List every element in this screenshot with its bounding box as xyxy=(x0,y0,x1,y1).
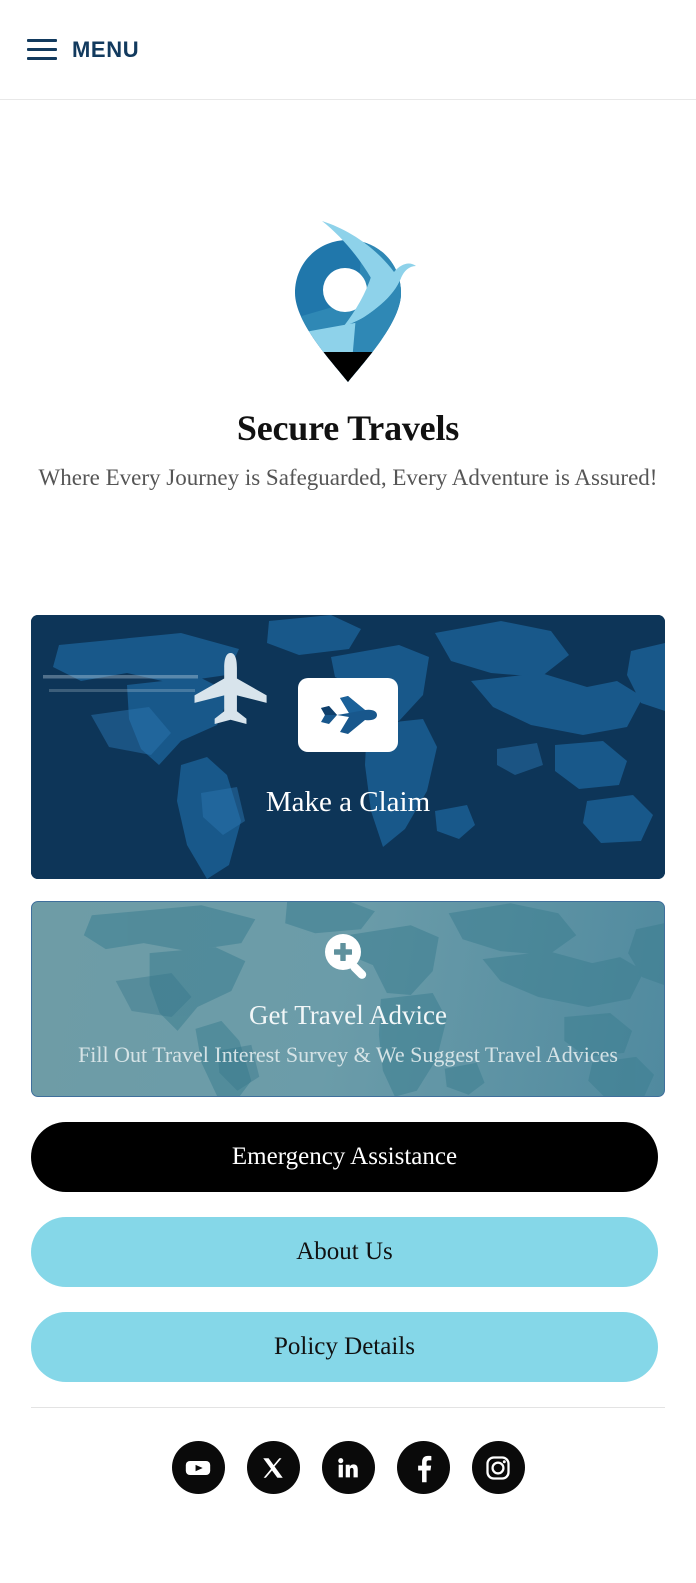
get-travel-advice-subtitle: Fill Out Travel Interest Survey & We Sug… xyxy=(78,1042,618,1067)
x-twitter-icon-link[interactable] xyxy=(246,1441,300,1494)
airplane-icon-tile xyxy=(298,677,398,752)
hamburger-icon xyxy=(27,39,57,60)
emergency-assistance-button[interactable]: Emergency Assistance xyxy=(31,1122,658,1192)
get-travel-advice-label: Get Travel Advice xyxy=(249,1000,447,1030)
brand-tagline: Where Every Journey is Safeguarded, Ever… xyxy=(38,465,658,490)
x-twitter-icon xyxy=(263,1457,283,1478)
site-header: MENU xyxy=(0,0,696,100)
make-a-claim-label: Make a Claim xyxy=(265,785,431,818)
youtube-icon xyxy=(185,1460,211,1475)
menu-button-label: MENU xyxy=(72,36,140,62)
make-a-claim-card[interactable]: Make a Claim xyxy=(31,615,665,879)
get-travel-advice-card[interactable]: Get Travel Advice Fill Out Travel Intere… xyxy=(31,901,665,1097)
menu-button[interactable]: MENU xyxy=(25,33,141,67)
youtube-icon-link[interactable] xyxy=(171,1441,225,1494)
linkedin-icon-link[interactable] xyxy=(321,1441,375,1494)
instagram-icon xyxy=(486,1455,510,1480)
feature-cards: Make a Claim Get Travel Advice Fill Out … xyxy=(0,615,696,1097)
social-links xyxy=(0,1441,696,1530)
site-footer xyxy=(0,1407,696,1530)
footer-divider xyxy=(31,1407,665,1408)
policy-details-button[interactable]: Policy Details xyxy=(31,1312,658,1382)
airplane-icon xyxy=(321,695,377,734)
facebook-icon xyxy=(418,1455,432,1482)
instagram-icon-link[interactable] xyxy=(471,1441,525,1494)
location-pin-bird-logo xyxy=(295,221,416,382)
facebook-icon-link[interactable] xyxy=(396,1441,450,1494)
zoom-in-magnifier-icon xyxy=(325,934,367,979)
linkedin-icon xyxy=(338,1457,358,1477)
page-title: Secure Travels xyxy=(236,408,460,448)
about-us-button[interactable]: About Us xyxy=(31,1217,658,1287)
brand-block: Secure Travels Where Every Journey is Sa… xyxy=(0,100,696,491)
action-buttons: Emergency Assistance About Us Policy Det… xyxy=(0,1122,696,1382)
